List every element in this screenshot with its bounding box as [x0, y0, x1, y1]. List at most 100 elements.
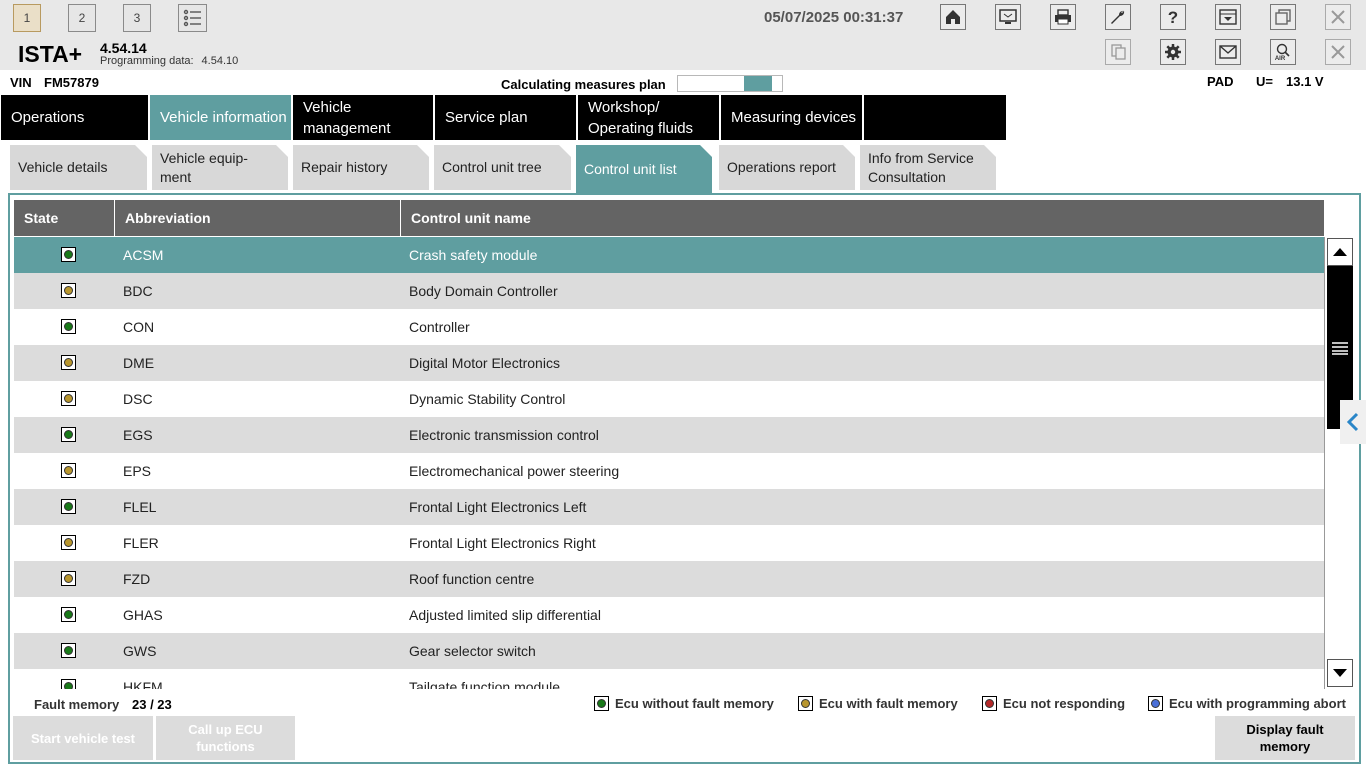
download-icon[interactable] [1215, 4, 1241, 30]
print-icon[interactable] [1050, 4, 1076, 30]
cell-control-unit-name: Electronic transmission control [409, 427, 599, 443]
cell-control-unit-name: Gear selector switch [409, 643, 536, 659]
tab-workshop-operating-fluids[interactable]: Workshop/ Operating fluids [578, 95, 719, 140]
gear-icon[interactable] [1160, 39, 1186, 65]
vin-value: FM57879 [44, 75, 99, 90]
close-icon[interactable] [1325, 39, 1351, 65]
vin-label: VIN [10, 75, 32, 90]
status-fault-icon [61, 535, 76, 550]
window-3-button[interactable]: 3 [123, 4, 151, 32]
tab-measuring-devices[interactable]: Measuring devices [721, 95, 862, 140]
cell-abbreviation: EPS [123, 463, 152, 479]
cell-abbreviation: FLER [123, 535, 159, 551]
table-row[interactable]: EPS Electromechanical power steering [14, 453, 1324, 489]
call-ecu-functions-button[interactable]: Call up ECU functions [156, 716, 295, 760]
main-navigation: Operations Vehicle information Vehicle m… [0, 94, 1366, 141]
start-vehicle-test-button[interactable]: Start vehicle test [13, 716, 153, 760]
status-ok-icon [61, 247, 76, 262]
app-version: 4.54.14 [100, 40, 147, 56]
scroll-down-button[interactable] [1327, 659, 1353, 687]
status-fault-icon [61, 355, 76, 370]
calc-progress-bar [677, 75, 783, 92]
cell-abbreviation: GWS [123, 643, 157, 659]
legend-programming-abort: Ecu with programming abort [1148, 696, 1346, 711]
cell-control-unit-name: Electromechanical power steering [409, 463, 620, 479]
status-fault-icon [61, 283, 76, 298]
datetime-display: 05/07/2025 00:31:37 [764, 9, 904, 26]
fault-memory-count: 23 / 23 [132, 697, 172, 712]
table-row[interactable]: CON Controller [14, 309, 1324, 345]
pad-label: PAD [1207, 74, 1234, 89]
subtab-operations-report[interactable]: Operations report [719, 145, 855, 190]
table-row[interactable]: ACSM Crash safety module [14, 237, 1324, 273]
cell-control-unit-name: Controller [409, 319, 470, 335]
status-fault-icon [61, 571, 76, 586]
scroll-up-button[interactable] [1327, 238, 1353, 266]
fault-memory-label: Fault memory [34, 697, 120, 712]
cell-control-unit-name: Crash safety module [409, 247, 538, 263]
window-2-button[interactable]: 2 [68, 4, 96, 32]
table-row[interactable]: GHAS Adjusted limited slip differential [14, 597, 1324, 633]
window-icon[interactable] [1270, 4, 1296, 30]
tab-vehicle-management[interactable]: Vehicle management [293, 95, 433, 140]
header-abbreviation[interactable]: Abbreviation [115, 200, 401, 236]
table-row[interactable]: DSC Dynamic Stability Control [14, 381, 1324, 417]
mail-icon[interactable] [1215, 39, 1241, 65]
tab-operations[interactable]: Operations [1, 95, 148, 140]
subtab-repair-history[interactable]: Repair history [293, 145, 429, 190]
table-row[interactable]: FLEL Frontal Light Electronics Left [14, 489, 1324, 525]
table-row[interactable]: GWS Gear selector switch [14, 633, 1324, 669]
tab-vehicle-information[interactable]: Vehicle information [150, 95, 291, 140]
close-icon[interactable] [1325, 4, 1351, 30]
cell-control-unit-name: Adjusted limited slip differential [409, 607, 601, 623]
subtab-control-unit-list[interactable]: Control unit list [576, 145, 712, 193]
cell-abbreviation: DME [123, 355, 155, 371]
status-not-responding-icon [982, 696, 997, 711]
air-search-icon[interactable]: AIR [1270, 39, 1296, 65]
subtab-vehicle-details[interactable]: Vehicle details [10, 145, 147, 190]
cell-control-unit-name: Dynamic Stability Control [409, 391, 566, 407]
display-fault-memory-button[interactable]: Display fault memory [1215, 716, 1355, 760]
status-ok-icon [61, 499, 76, 514]
cell-abbreviation: EGS [123, 427, 153, 443]
subtab-vehicle-equipment[interactable]: Vehicle equip-ment [152, 145, 288, 190]
tab-service-plan[interactable]: Service plan [435, 95, 576, 140]
cell-abbreviation: CON [123, 319, 155, 335]
window-1-button[interactable]: 1 [13, 4, 41, 32]
table-row[interactable]: DME Digital Motor Electronics [14, 345, 1324, 381]
header-control-unit-name[interactable]: Control unit name [401, 200, 1324, 236]
cell-control-unit-name: Frontal Light Electronics Left [409, 499, 587, 515]
help-icon[interactable]: ? [1160, 4, 1186, 30]
cell-abbreviation: DSC [123, 391, 153, 407]
legend-fault: Ecu with fault memory [798, 696, 958, 711]
list-icon[interactable] [178, 4, 207, 32]
cell-control-unit-name: Body Domain Controller [409, 283, 558, 299]
display-switch-icon[interactable] [995, 4, 1021, 30]
voltage-label: U= [1256, 74, 1273, 89]
cell-abbreviation: FLEL [123, 499, 157, 515]
table-row[interactable]: EGS Electronic transmission control [14, 417, 1324, 453]
subtab-info-from-service-consultation[interactable]: Info from Service Consultation [860, 145, 996, 190]
wrench-icon[interactable] [1105, 4, 1131, 30]
legend-not-responding: Ecu not responding [982, 696, 1125, 711]
status-fault-icon [61, 463, 76, 478]
subtab-control-unit-tree[interactable]: Control unit tree [434, 145, 571, 190]
home-icon[interactable] [940, 4, 966, 30]
vertical-scrollbar[interactable] [1324, 237, 1354, 689]
calc-measures-label: Calculating measures plan [501, 77, 666, 92]
table-row[interactable]: BDC Body Domain Controller [14, 273, 1324, 309]
cell-abbreviation: HKFM [123, 679, 163, 689]
voltage-value: 13.1 V [1286, 74, 1324, 89]
table-row[interactable]: FLER Frontal Light Electronics Right [14, 525, 1324, 561]
vehicle-status-bar: VIN FM57879 Calculating measures plan PA… [0, 70, 1366, 94]
cell-control-unit-name: Tailgate function module [409, 679, 560, 689]
table-row[interactable]: FZD Roof function centre [14, 561, 1324, 597]
table-row[interactable]: HKFM Tailgate function module [14, 669, 1324, 689]
cell-abbreviation: FZD [123, 571, 151, 587]
app-name: ISTA+ [18, 41, 83, 67]
status-ok-icon [61, 427, 76, 442]
side-panel-toggle[interactable] [1340, 400, 1366, 444]
header-state[interactable]: State [14, 200, 115, 236]
documents-icon[interactable] [1105, 39, 1131, 65]
cell-abbreviation: BDC [123, 283, 153, 299]
